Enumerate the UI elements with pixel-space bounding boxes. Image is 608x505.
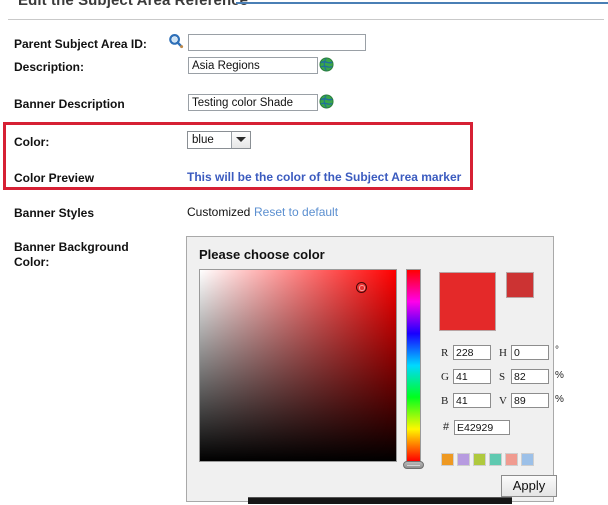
- color-preview-small-swatch: [506, 272, 534, 298]
- globe-icon[interactable]: [319, 57, 334, 72]
- parent-subject-area-input[interactable]: [188, 34, 366, 51]
- b-channel-input[interactable]: [453, 393, 491, 408]
- description-input[interactable]: [188, 57, 318, 74]
- page-title: Edit the Subject Area Reference: [18, 0, 249, 9]
- v-channel-input[interactable]: [511, 393, 549, 408]
- search-icon[interactable]: [168, 33, 184, 49]
- chevron-down-icon[interactable]: [231, 132, 250, 148]
- r-channel-input[interactable]: [453, 345, 491, 360]
- r-channel-label: R: [441, 347, 449, 359]
- h-unit-label: °: [555, 345, 559, 356]
- saturation-value-square[interactable]: [199, 269, 397, 462]
- palette-swatch-row: [441, 453, 534, 466]
- color-picker-dialog: Please choose color R H ° G S % B V % # …: [186, 236, 564, 502]
- palette-swatch-olive[interactable]: [473, 453, 486, 466]
- banner-styles-status: Customized: [187, 205, 251, 219]
- color-preview-text: This will be the color of the Subject Ar…: [187, 170, 462, 184]
- parent-subject-area-label: Parent Subject Area ID:: [14, 37, 147, 51]
- color-preview-large-swatch: [439, 272, 496, 331]
- v-unit-label: %: [555, 394, 564, 405]
- hex-color-input[interactable]: [454, 420, 510, 435]
- title-underline-rule: [236, 2, 608, 4]
- palette-swatch-teal[interactable]: [489, 453, 502, 466]
- header-separator: [8, 19, 604, 20]
- globe-icon[interactable]: [319, 94, 334, 109]
- s-channel-label: S: [499, 371, 506, 383]
- banner-styles-label: Banner Styles: [14, 206, 95, 220]
- banner-background-color-label-line1: Banner Background: [14, 240, 129, 254]
- bottom-scrollbar[interactable]: [248, 497, 512, 504]
- s-channel-input[interactable]: [511, 369, 549, 384]
- color-select-value: blue: [192, 134, 214, 146]
- color-picker-title: Please choose color: [199, 247, 325, 262]
- palette-swatch-salmon[interactable]: [505, 453, 518, 466]
- banner-description-input[interactable]: [188, 94, 318, 111]
- apply-button[interactable]: Apply: [501, 475, 557, 497]
- color-select[interactable]: blue: [187, 131, 251, 149]
- page-header: Edit the Subject Area Reference: [0, 0, 608, 14]
- banner-background-color-label-line2: Color:: [14, 255, 50, 269]
- s-unit-label: %: [555, 370, 564, 381]
- palette-swatch-orange[interactable]: [441, 453, 454, 466]
- b-channel-label: B: [441, 395, 449, 407]
- description-label: Description:: [14, 60, 85, 74]
- banner-description-label: Banner Description: [14, 97, 125, 111]
- color-preview-label: Color Preview: [14, 171, 95, 185]
- palette-swatch-blue[interactable]: [521, 453, 534, 466]
- hue-slider-handle[interactable]: [403, 461, 424, 469]
- sv-cursor-handle[interactable]: [356, 282, 367, 293]
- hue-slider[interactable]: [406, 269, 421, 462]
- color-label: Color:: [14, 135, 50, 149]
- h-channel-input[interactable]: [511, 345, 549, 360]
- reset-to-default-link[interactable]: Reset to default: [254, 205, 338, 219]
- h-channel-label: H: [499, 347, 507, 359]
- g-channel-input[interactable]: [453, 369, 491, 384]
- palette-swatch-purple[interactable]: [457, 453, 470, 466]
- g-channel-label: G: [441, 371, 449, 383]
- v-channel-label: V: [499, 395, 507, 407]
- hex-symbol-label: #: [443, 421, 450, 433]
